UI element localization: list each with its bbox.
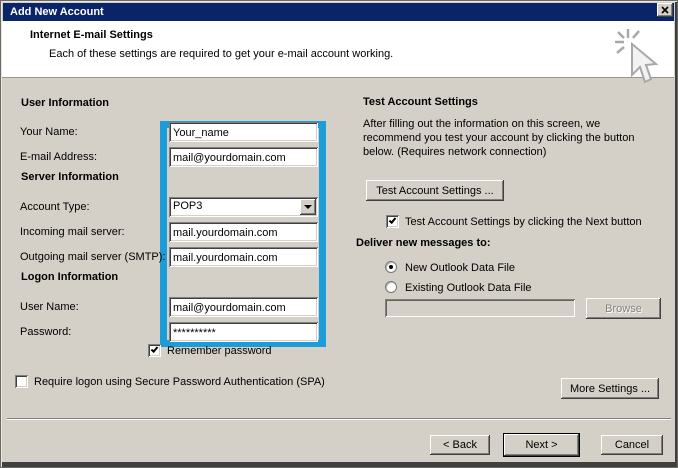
dropdown-arrow-button[interactable]	[300, 199, 316, 215]
test-on-next-checkbox[interactable]	[386, 215, 399, 228]
back-button[interactable]: < Back	[430, 435, 490, 455]
account-type-label: Account Type:	[20, 201, 90, 213]
chevron-down-icon	[304, 205, 312, 209]
existing-data-file-radio[interactable]	[385, 281, 397, 293]
incoming-server-input[interactable]	[169, 222, 318, 242]
outgoing-server-input[interactable]	[169, 247, 318, 267]
spa-checkbox[interactable]	[15, 375, 28, 388]
account-type-value: POP3	[173, 200, 202, 212]
close-button[interactable]	[657, 3, 673, 17]
new-data-file-label: New Outlook Data File	[405, 262, 515, 274]
header-title: Internet E-mail Settings	[30, 29, 153, 41]
section-heading-server-information: Server Information	[21, 171, 119, 183]
test-account-settings-button[interactable]: Test Account Settings ...	[366, 180, 504, 201]
email-address-input[interactable]	[169, 147, 318, 167]
test-on-next-label: Test Account Settings by clicking the Ne…	[405, 216, 642, 228]
your-name-label: Your Name:	[20, 126, 78, 138]
section-heading-deliver: Deliver new messages to:	[356, 237, 491, 249]
section-heading-logon-information: Logon Information	[21, 271, 118, 283]
section-heading-user-information: User Information	[21, 97, 109, 109]
password-label: Password:	[20, 326, 71, 338]
close-icon	[661, 6, 669, 14]
title-bar[interactable]: Add New Account	[3, 3, 674, 21]
next-button[interactable]: Next >	[504, 434, 579, 456]
incoming-server-label: Incoming mail server:	[20, 226, 125, 238]
cancel-button[interactable]: Cancel	[601, 435, 663, 455]
more-settings-button[interactable]: More Settings ...	[561, 378, 659, 399]
outgoing-server-label: Outgoing mail server (SMTP):	[20, 251, 165, 263]
account-type-dropdown[interactable]: POP3	[169, 197, 318, 217]
footer-separator	[7, 418, 671, 420]
test-description: After filling out the information on thi…	[363, 117, 643, 159]
window-title: Add New Account	[10, 6, 104, 18]
add-new-account-dialog: Add New Account Internet E-mail Settings…	[0, 0, 678, 468]
section-heading-test-account-settings: Test Account Settings	[363, 96, 478, 108]
existing-data-file-label: Existing Outlook Data File	[405, 282, 532, 294]
new-data-file-radio[interactable]	[385, 261, 397, 273]
click-cursor-icon	[613, 27, 667, 91]
user-name-label: User Name:	[20, 301, 79, 313]
email-address-label: E-mail Address:	[20, 151, 97, 163]
remember-password-checkbox[interactable]	[148, 344, 161, 357]
password-input[interactable]	[169, 322, 318, 342]
data-file-path-input[interactable]	[385, 299, 575, 317]
spa-label: Require logon using Secure Password Auth…	[34, 376, 325, 388]
header-subtitle: Each of these settings are required to g…	[49, 48, 393, 60]
your-name-input[interactable]	[169, 122, 318, 142]
wizard-header: Internet E-mail Settings Each of these s…	[2, 21, 674, 78]
checkmark-icon	[151, 345, 159, 353]
user-name-input[interactable]	[169, 297, 318, 317]
checkmark-icon	[389, 216, 397, 224]
browse-button[interactable]: Browse	[586, 298, 661, 319]
remember-password-label: Remember password	[167, 345, 272, 357]
